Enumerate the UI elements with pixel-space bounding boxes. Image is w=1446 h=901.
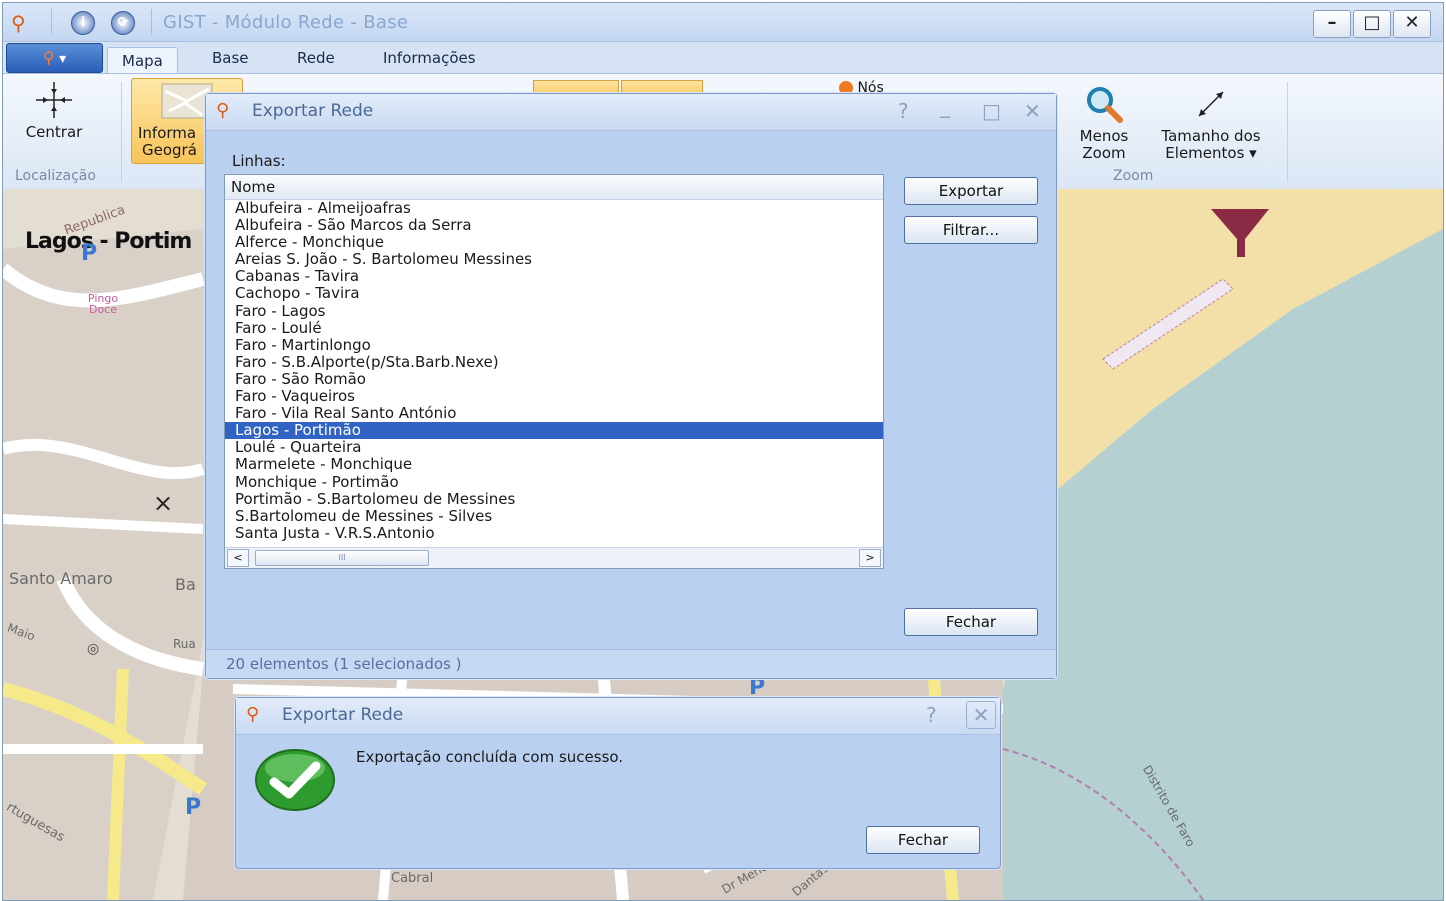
tamanho-label-line2: Elementos ▾ xyxy=(1165,144,1257,162)
list-item[interactable]: Faro - Vila Real Santo António xyxy=(225,405,883,422)
dialog-maximize-button[interactable]: □ xyxy=(982,99,1001,123)
group-zoom-label: Zoom xyxy=(1113,168,1154,184)
list-item[interactable]: Loulé - Quarteira xyxy=(225,439,883,456)
dialog-minimize-button[interactable]: _ xyxy=(940,94,950,118)
map-label-ba: Ba xyxy=(175,575,196,594)
scroll-left-button[interactable]: < xyxy=(227,549,249,567)
export-status-bar: 20 elementos (1 selecionados ) xyxy=(206,649,1056,678)
minimize-button[interactable]: – xyxy=(1313,10,1351,38)
list-item[interactable]: Portimão - S.Bartolomeu de Messines xyxy=(225,490,883,508)
window-title: GIST - Módulo Rede - Base xyxy=(163,12,409,33)
help-button[interactable]: ? xyxy=(898,99,909,123)
list-item[interactable]: Faro - São Romão xyxy=(225,370,883,388)
app-logo-icon: ⚲ xyxy=(11,11,26,35)
scroll-right-button[interactable]: > xyxy=(859,549,881,567)
close-button[interactable]: ✕ xyxy=(1393,10,1431,38)
list-item[interactable]: Cabanas - Tavira xyxy=(225,268,883,285)
list-item[interactable]: Alferce - Monchique xyxy=(225,234,883,251)
map-label-lagos: Lagos - Portim xyxy=(25,229,192,254)
list-item[interactable]: Faro - Martinlongo xyxy=(225,336,883,354)
group-localizacao-label: Localização xyxy=(15,168,96,184)
map-label-santo-amaro: Santo Amaro xyxy=(9,569,113,588)
viewpoint-icon: ◎ xyxy=(87,641,100,657)
parking-icon: P xyxy=(185,795,202,820)
horizontal-scrollbar[interactable]: < III > xyxy=(225,547,883,568)
dialog-close-button[interactable]: ✕ xyxy=(1024,99,1041,123)
tab-rede[interactable]: Rede xyxy=(297,49,335,67)
tamanho-elementos-button[interactable]: Tamanho dos Elementos ▾ xyxy=(1149,84,1273,162)
parking-icon: P xyxy=(81,241,98,266)
centrar-label: Centrar xyxy=(25,123,83,141)
menos-zoom-label-line2: Zoom xyxy=(1082,144,1126,162)
separator xyxy=(151,9,152,35)
tamanho-label-line1: Tamanho dos xyxy=(1161,127,1261,145)
fechar-button[interactable]: Fechar xyxy=(904,608,1038,636)
success-help-button[interactable]: ? xyxy=(926,703,937,727)
list-item[interactable]: Faro - Loulé xyxy=(225,319,883,337)
lines-listbox[interactable]: Nome Albufeira - Almeijoafras Albufeira … xyxy=(224,174,884,569)
separator xyxy=(51,9,52,35)
refresh-icon[interactable]: ⟳ xyxy=(111,11,135,35)
application-menu-button[interactable]: ⚲ ▾ xyxy=(6,43,103,73)
export-dialog-icon: ⚲ xyxy=(216,100,230,121)
tab-mapa[interactable]: Mapa xyxy=(107,47,178,76)
centrar-icon xyxy=(36,82,72,118)
lines-label: Linhas: xyxy=(232,152,286,170)
exportar-button[interactable]: Exportar xyxy=(904,177,1038,205)
tab-base[interactable]: Base xyxy=(212,49,249,67)
list-item[interactable]: Areias S. João - S. Bartolomeu Messines xyxy=(225,251,883,268)
resize-arrow-icon xyxy=(1198,91,1224,117)
scroll-thumb[interactable]: III xyxy=(255,550,429,566)
success-dialog-icon: ⚲ xyxy=(246,704,260,725)
list-item-selected[interactable]: Lagos - Portimão xyxy=(225,422,883,440)
check-success-icon xyxy=(255,749,335,811)
centrar-button[interactable]: Centrar xyxy=(19,80,89,141)
list-item[interactable]: Santa Justa - V.R.S.Antonio xyxy=(225,524,883,542)
export-dialog-title: Exportar Rede xyxy=(252,101,374,121)
menos-zoom-label-line1: Menos xyxy=(1079,127,1129,145)
map-label-pingo-doce: Pingo Doce xyxy=(87,292,119,316)
map-label-cabral: Cabral xyxy=(391,871,434,886)
app-menu-logo-icon: ⚲ xyxy=(42,48,55,67)
export-dialog: ⚲ Exportar Rede ? _ □ ✕ Linhas: Nome Alb… xyxy=(205,93,1057,679)
list-item[interactable]: Faro - S.B.Alporte(p/Sta.Barb.Nexe) xyxy=(225,353,883,371)
list-item[interactable]: Marmelete - Monchique xyxy=(225,456,883,473)
list-item[interactable]: Monchique - Portimão xyxy=(225,473,883,491)
export-dialog-titlebar: ⚲ Exportar Rede ? _ □ ✕ xyxy=(206,94,1056,131)
menos-zoom-button[interactable]: Menos Zoom xyxy=(1067,84,1141,162)
filtrar-button[interactable]: Filtrar... xyxy=(904,216,1038,244)
success-fechar-button[interactable]: Fechar xyxy=(866,826,980,854)
group-separator xyxy=(121,82,122,182)
zoom-out-icon xyxy=(1087,87,1123,123)
list-rows: Albufeira - Almeijoafras Albufeira - São… xyxy=(225,199,883,542)
success-close-button[interactable]: ✕ xyxy=(966,701,996,729)
list-item[interactable]: S.Bartolomeu de Messines - Silves xyxy=(225,507,883,525)
title-bar: ⚲ i ⟳ GIST - Módulo Rede - Base – □ ✕ xyxy=(3,3,1443,42)
success-dialog-titlebar: ⚲ Exportar Rede ? ✕ xyxy=(236,698,1000,735)
info-icon[interactable]: i xyxy=(71,11,95,35)
app-menu-arrow: ▾ xyxy=(59,51,67,67)
list-item[interactable]: Albufeira - Almeijoafras xyxy=(225,199,883,217)
application-window: ⚲ i ⟳ GIST - Módulo Rede - Base – □ ✕ ⚲ … xyxy=(2,2,1444,901)
bus-stop-icon: ⨯ xyxy=(153,489,174,517)
success-dialog-title: Exportar Rede xyxy=(282,705,404,725)
map-label-rua: Rua xyxy=(173,637,196,651)
tab-informacoes[interactable]: Informações xyxy=(383,49,476,67)
column-header-nome[interactable]: Nome xyxy=(225,175,883,200)
group-separator xyxy=(1287,82,1288,182)
list-item[interactable]: Albufeira - São Marcos da Serra xyxy=(225,217,883,234)
success-message: Exportação concluída com sucesso. xyxy=(356,748,624,766)
list-item[interactable]: Cachopo - Tavira xyxy=(225,285,883,302)
scroll-grip: III xyxy=(338,553,346,562)
maximize-button[interactable]: □ xyxy=(1353,10,1391,38)
list-item[interactable]: Faro - Lagos xyxy=(225,302,883,320)
list-item[interactable]: Faro - Vaqueiros xyxy=(225,387,883,405)
success-dialog: ⚲ Exportar Rede ? ✕ Exportação concluída… xyxy=(235,697,1001,869)
